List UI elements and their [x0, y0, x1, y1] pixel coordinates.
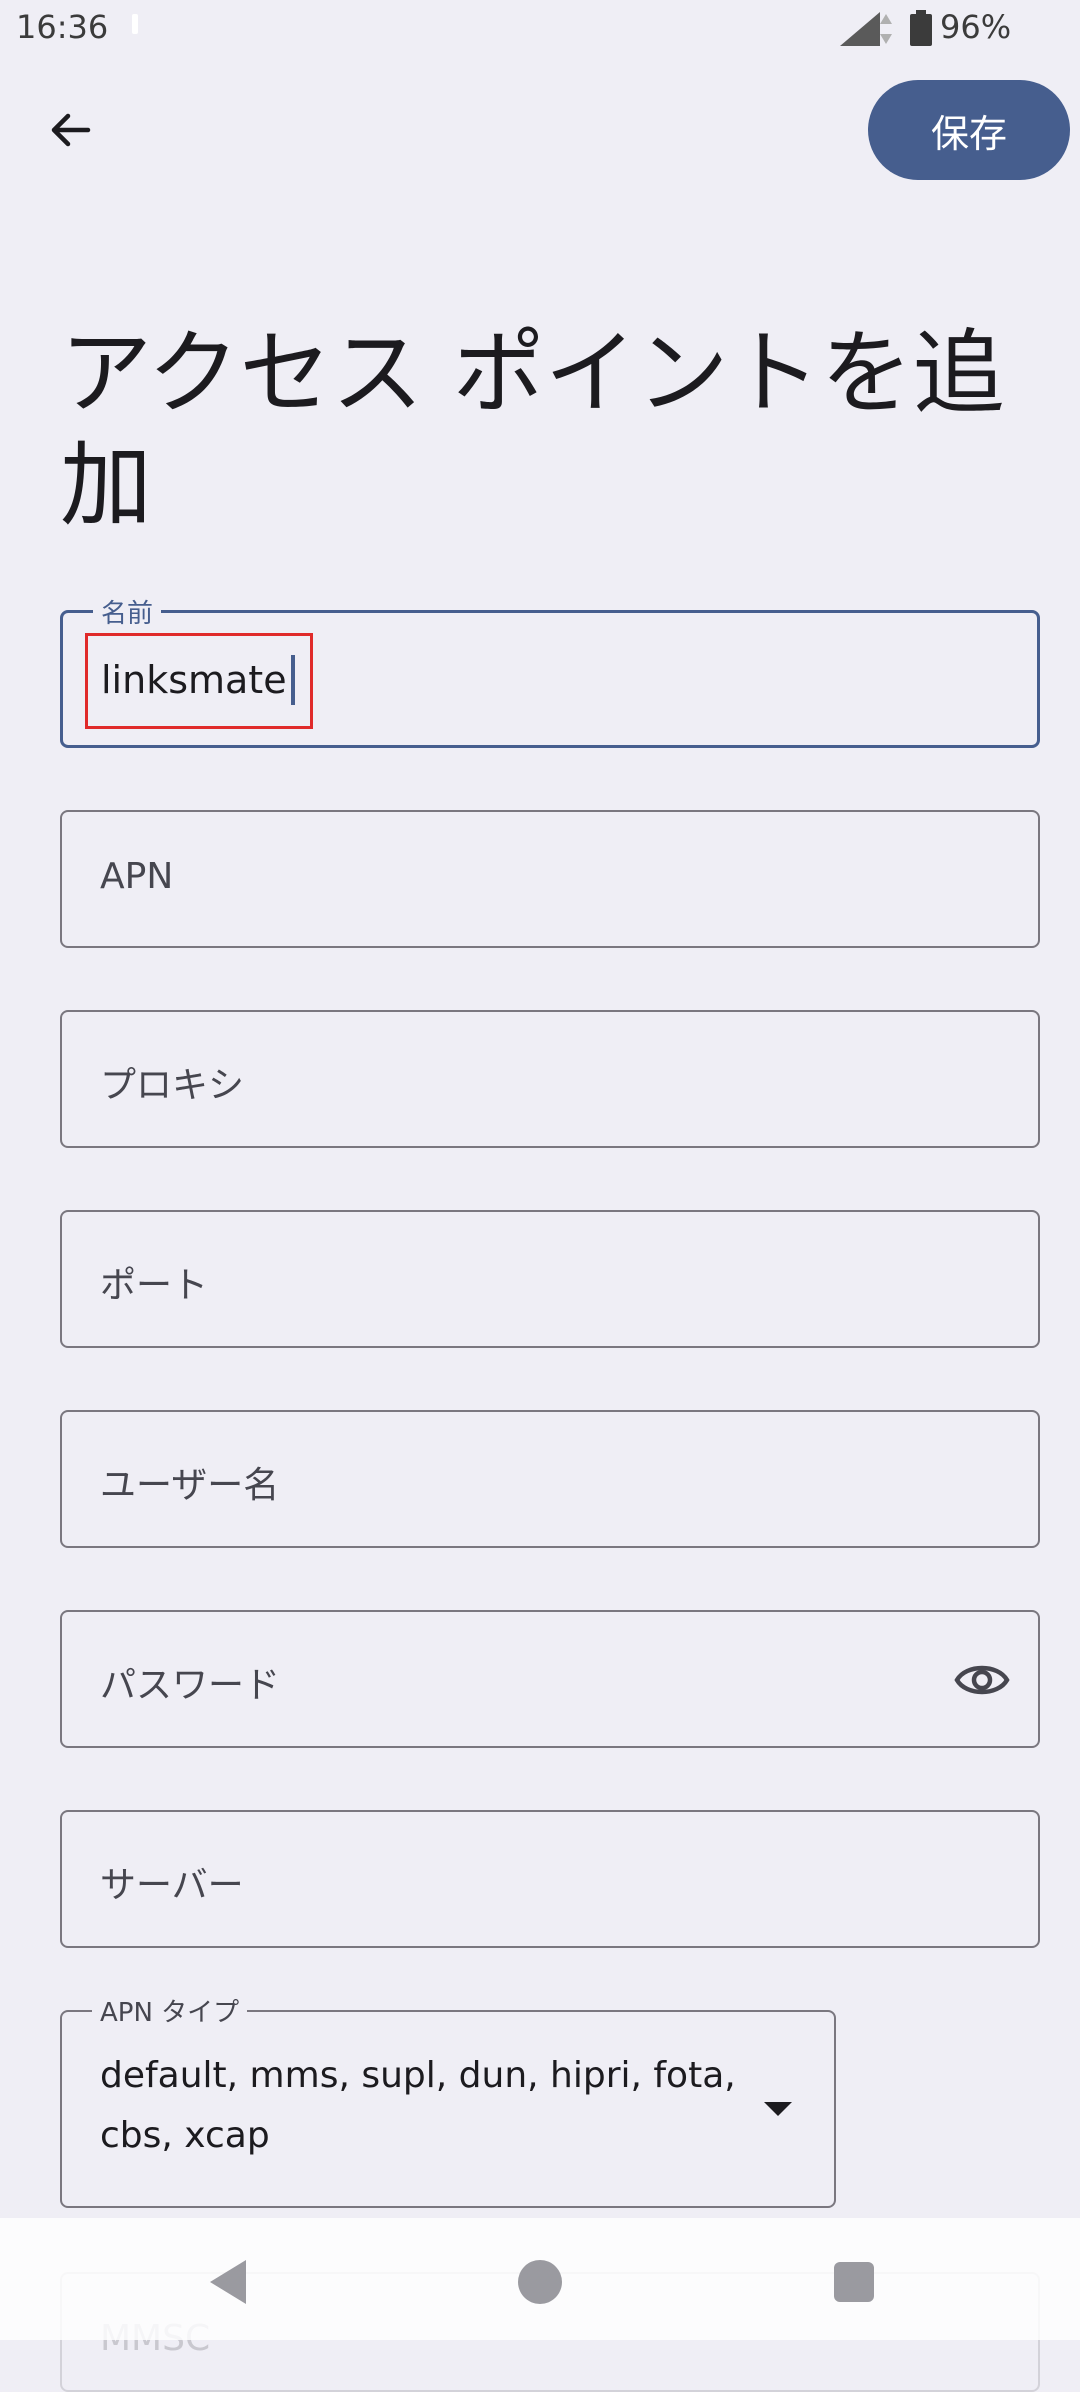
apn-placeholder: APN: [100, 856, 174, 897]
nav-back-icon[interactable]: [210, 2260, 246, 2304]
port-placeholder: ポート: [100, 1265, 209, 1306]
battery-percent: 96%: [940, 8, 1012, 46]
highlight-box: [85, 633, 313, 729]
name-field-label: 名前: [93, 593, 162, 630]
data-arrows-icon: [880, 14, 892, 44]
arrow-back-icon: [51, 113, 91, 147]
status-bar: 16:36 96%: [0, 0, 1080, 58]
port-field[interactable]: ポート: [60, 1210, 1040, 1348]
system-nav-bar: [0, 2218, 1080, 2340]
username-field[interactable]: ユーザー名: [60, 1410, 1040, 1548]
signal-icon: [840, 12, 880, 46]
back-button[interactable]: [30, 90, 110, 170]
apn-field[interactable]: APN: [60, 810, 1040, 948]
page-title: アクセス ポイントを追加: [60, 320, 1005, 539]
nav-home-icon[interactable]: [518, 2260, 562, 2304]
apn-type-label: APN タイプ: [92, 1992, 248, 2029]
battery-icon: [910, 10, 932, 46]
notification-icon: [132, 14, 138, 34]
proxy-placeholder: プロキシ: [100, 1065, 245, 1106]
name-field[interactable]: 名前 linksmate: [60, 593, 1040, 748]
password-field[interactable]: パスワード: [60, 1610, 1040, 1748]
nav-recents-icon[interactable]: [834, 2262, 874, 2302]
username-placeholder: ユーザー名: [100, 1465, 280, 1506]
eye-icon[interactable]: [954, 1656, 1010, 1704]
password-placeholder: パスワード: [100, 1665, 281, 1706]
dropdown-arrow-icon: [764, 2102, 792, 2116]
apn-type-value: default, mms, supl, dun, hipri, fota, cb…: [100, 2055, 736, 2156]
apn-type-dropdown[interactable]: APN タイプ default, mms, supl, dun, hipri, …: [60, 1992, 836, 2208]
save-button[interactable]: 保存: [868, 80, 1070, 180]
server-field[interactable]: サーバー: [60, 1810, 1040, 1948]
status-time: 16:36: [16, 8, 109, 46]
server-placeholder: サーバー: [100, 1865, 244, 1906]
proxy-field[interactable]: プロキシ: [60, 1010, 1040, 1148]
